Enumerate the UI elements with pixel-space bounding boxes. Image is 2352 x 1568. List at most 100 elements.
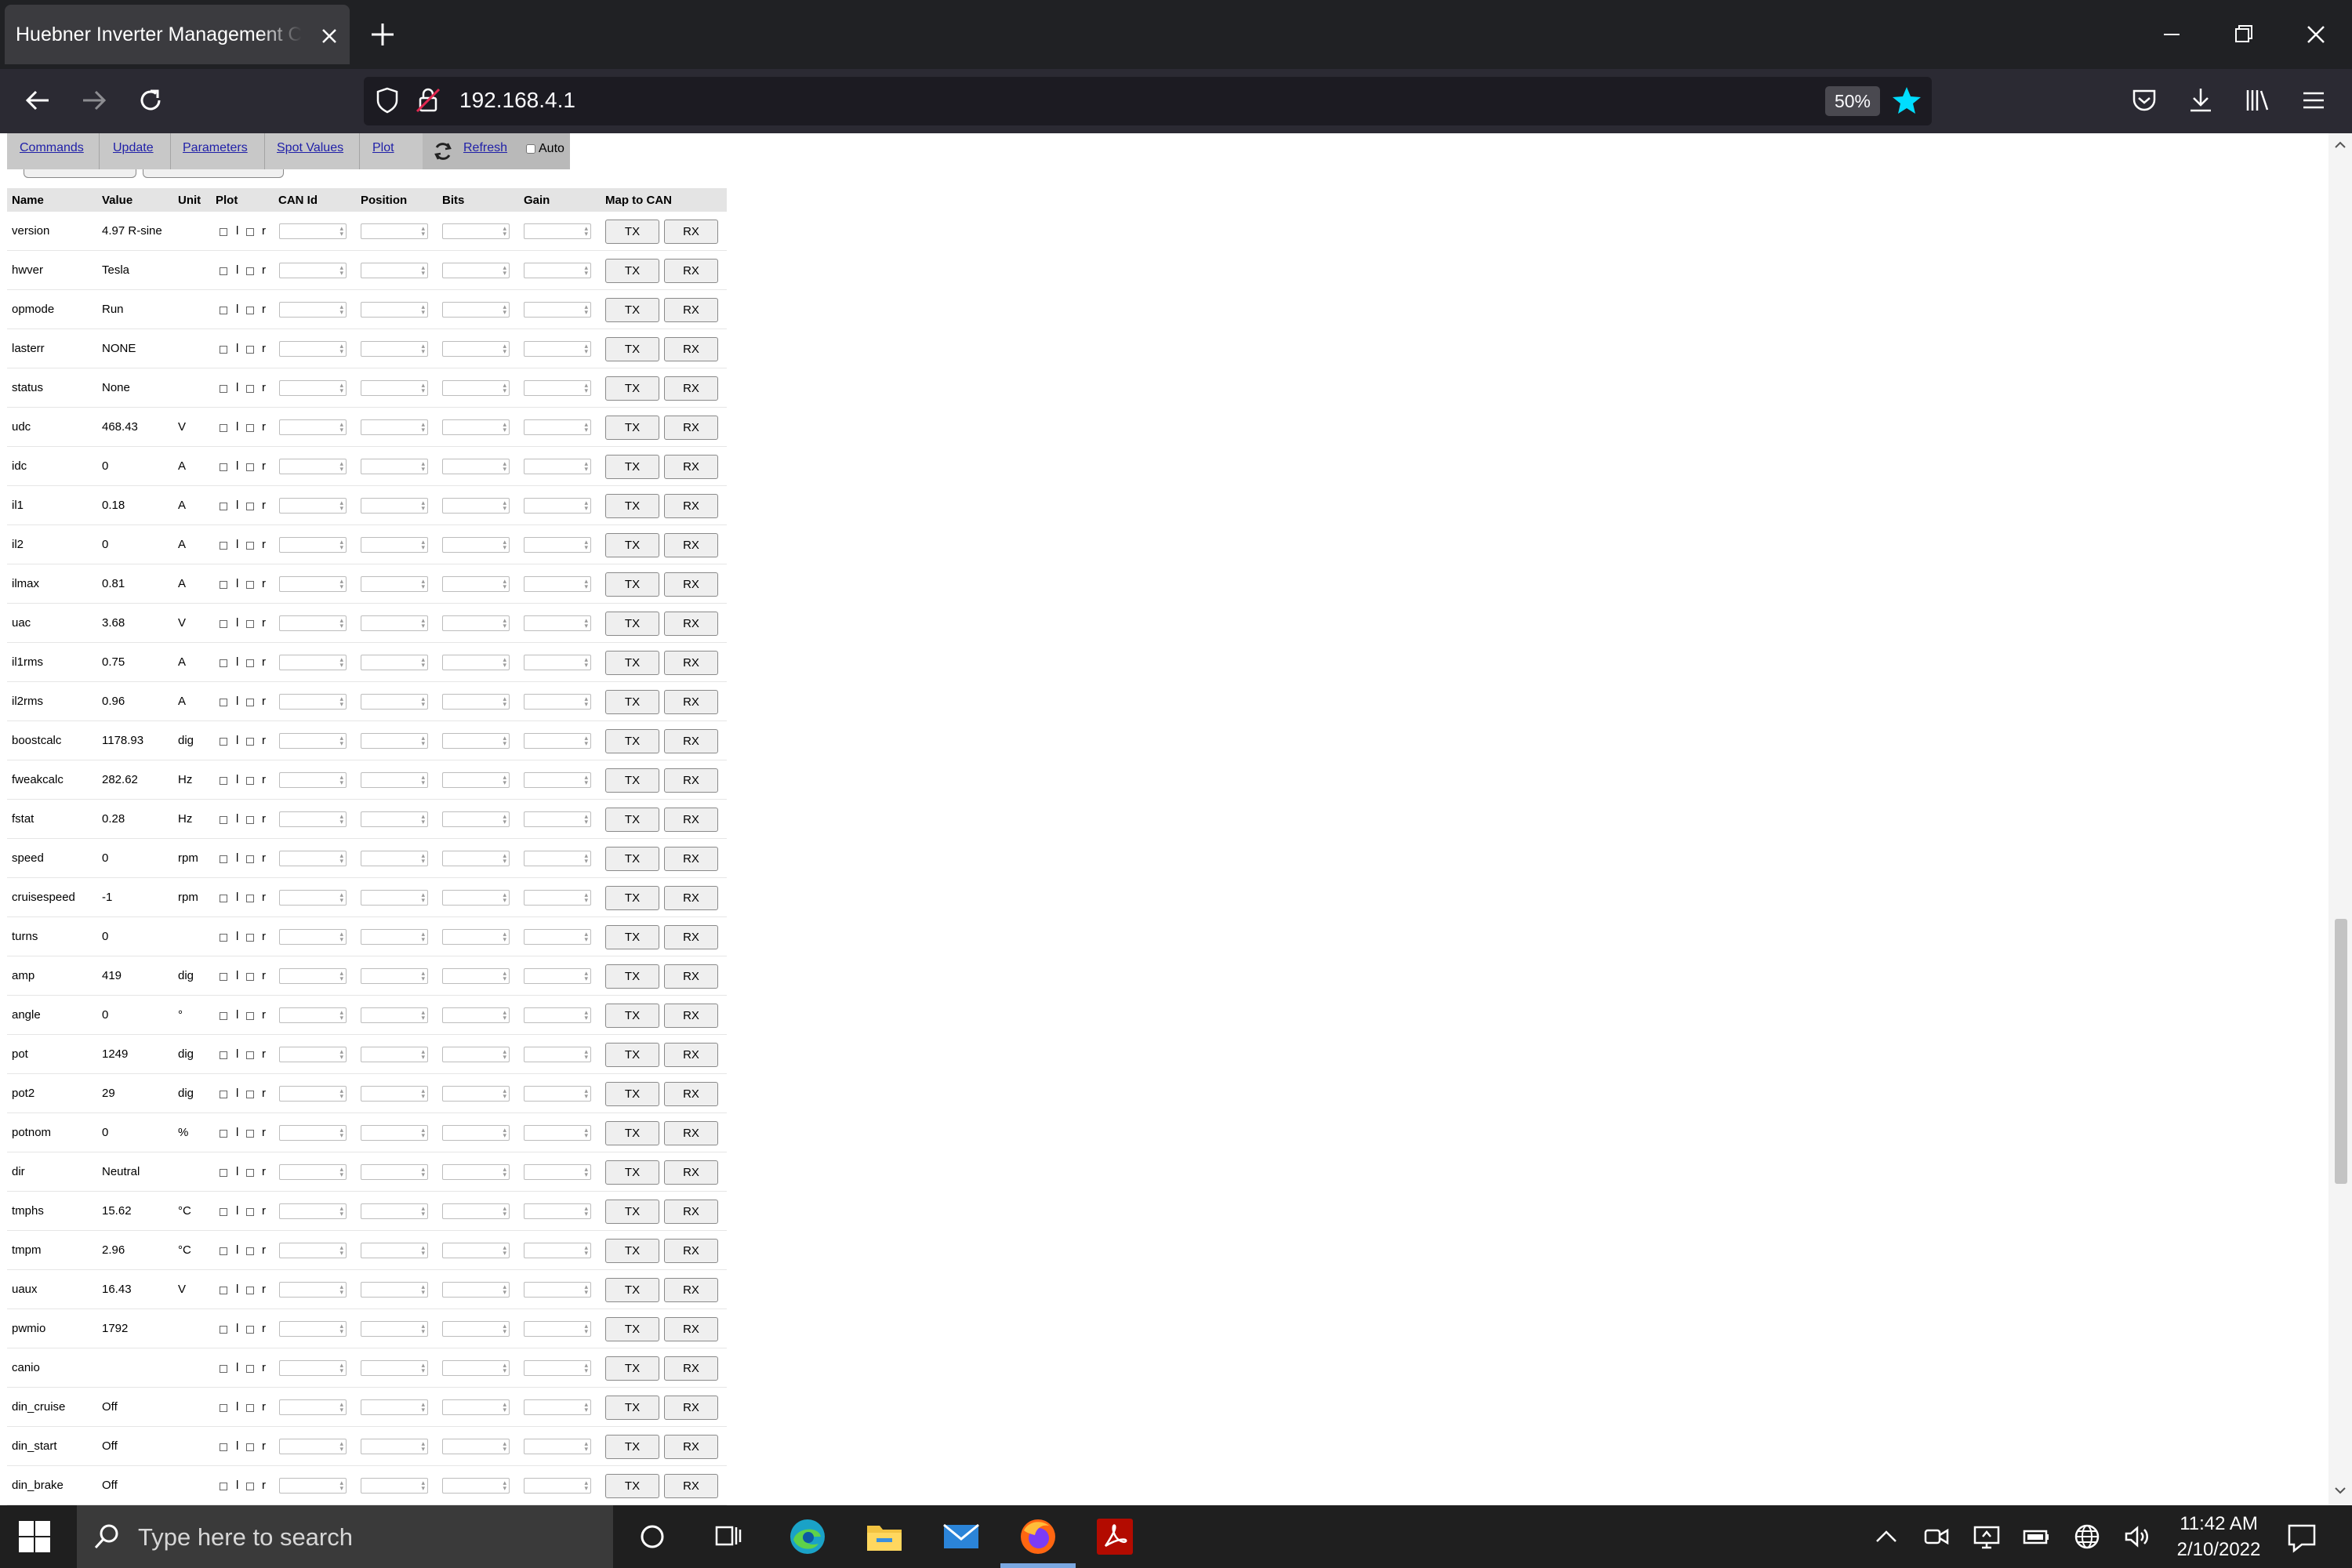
can-bits-input[interactable]: ▴ ▾ [442,498,510,514]
map-can-tx-button[interactable]: TX [605,1200,659,1224]
map-can-rx-button[interactable]: RX [664,1200,718,1224]
browser-tab[interactable]: Huebner Inverter Management Console [5,5,350,64]
can-bits-input[interactable]: ▴ ▾ [442,223,510,239]
can-gain-input[interactable]: ▴ ▾ [524,1007,591,1023]
spinner-arrows-icon[interactable]: ▴ ▾ [421,970,425,982]
plot-right-axis-checkbox[interactable] [246,346,254,354]
plot-left-axis-checkbox[interactable] [220,620,227,628]
map-can-rx-button[interactable]: RX [664,1317,718,1341]
spinner-arrows-icon[interactable]: ▴ ▾ [584,735,588,747]
can-gain-input[interactable]: ▴ ▾ [524,615,591,631]
can-bits-input[interactable]: ▴ ▾ [442,1243,510,1258]
plot-right-axis-checkbox[interactable] [246,973,254,981]
scroll-up-icon[interactable] [2333,138,2347,152]
can-position-input[interactable]: ▴ ▾ [361,615,428,631]
plot-left-axis-checkbox[interactable] [220,307,227,314]
windows-start-icon[interactable] [17,1519,52,1554]
plot-right-axis-checkbox[interactable] [246,385,254,393]
spinner-arrows-icon[interactable]: ▴ ▾ [421,343,425,355]
spinner-arrows-icon[interactable]: ▴ ▾ [584,499,588,512]
spinner-arrows-icon[interactable]: ▴ ▾ [503,499,506,512]
spinner-arrows-icon[interactable]: ▴ ▾ [421,656,425,669]
spinner-arrows-icon[interactable]: ▴ ▾ [503,1048,506,1061]
can-bits-input[interactable]: ▴ ▾ [442,694,510,710]
spinner-arrows-icon[interactable]: ▴ ▾ [339,264,343,277]
can-id-input[interactable]: ▴ ▾ [279,459,347,474]
acrobat-reader-icon[interactable] [1094,1516,1135,1557]
can-position-input[interactable]: ▴ ▾ [361,811,428,827]
can-gain-input[interactable]: ▴ ▾ [524,498,591,514]
map-can-tx-button[interactable]: TX [605,1239,659,1263]
can-id-input[interactable]: ▴ ▾ [279,772,347,788]
spinner-arrows-icon[interactable]: ▴ ▾ [339,1440,343,1453]
spinner-arrows-icon[interactable]: ▴ ▾ [584,1283,588,1296]
can-gain-input[interactable]: ▴ ▾ [524,302,591,318]
plot-right-axis-checkbox[interactable] [246,1247,254,1255]
plot-left-axis-checkbox[interactable] [220,1404,227,1412]
can-position-input[interactable]: ▴ ▾ [361,772,428,788]
spinner-arrows-icon[interactable]: ▴ ▾ [503,578,506,590]
can-bits-input[interactable]: ▴ ▾ [442,1360,510,1376]
plot-right-axis-checkbox[interactable] [246,777,254,785]
spinner-arrows-icon[interactable]: ▴ ▾ [339,1283,343,1296]
back-arrow-icon[interactable] [20,83,55,118]
refresh-link[interactable]: Refresh [463,141,507,155]
plot-right-axis-checkbox[interactable] [246,1091,254,1098]
spinner-arrows-icon[interactable]: ▴ ▾ [503,460,506,473]
can-bits-input[interactable]: ▴ ▾ [442,263,510,278]
can-id-input[interactable]: ▴ ▾ [279,302,347,318]
plot-left-axis-checkbox[interactable] [220,228,227,236]
can-id-input[interactable]: ▴ ▾ [279,223,347,239]
can-position-input[interactable]: ▴ ▾ [361,1086,428,1102]
can-id-input[interactable]: ▴ ▾ [279,733,347,749]
minimize-icon[interactable] [2156,19,2187,50]
map-can-tx-button[interactable]: TX [605,1356,659,1381]
map-can-rx-button[interactable]: RX [664,376,718,401]
spinner-arrows-icon[interactable]: ▴ ▾ [503,1362,506,1374]
can-position-input[interactable]: ▴ ▾ [361,1243,428,1258]
spinner-arrows-icon[interactable]: ▴ ▾ [503,1087,506,1100]
can-gain-input[interactable]: ▴ ▾ [524,1360,591,1376]
spinner-arrows-icon[interactable]: ▴ ▾ [584,1205,588,1218]
map-can-tx-button[interactable]: TX [605,1004,659,1028]
spinner-arrows-icon[interactable]: ▴ ▾ [584,539,588,551]
spinner-arrows-icon[interactable]: ▴ ▾ [421,774,425,786]
spinner-arrows-icon[interactable]: ▴ ▾ [584,1048,588,1061]
library-icon[interactable] [2240,83,2274,118]
can-bits-input[interactable]: ▴ ▾ [442,1282,510,1298]
plot-left-axis-checkbox[interactable] [220,1208,227,1216]
map-can-rx-button[interactable]: RX [664,1396,718,1420]
spinner-arrows-icon[interactable]: ▴ ▾ [339,499,343,512]
plot-right-axis-checkbox[interactable] [246,1208,254,1216]
spinner-arrows-icon[interactable]: ▴ ▾ [584,343,588,355]
can-position-input[interactable]: ▴ ▾ [361,733,428,749]
plot-left-axis-checkbox[interactable] [220,699,227,706]
plot-left-axis-checkbox[interactable] [220,542,227,550]
map-can-rx-button[interactable]: RX [664,416,718,440]
can-bits-input[interactable]: ▴ ▾ [442,1125,510,1141]
can-gain-input[interactable]: ▴ ▾ [524,1439,591,1454]
can-gain-input[interactable]: ▴ ▾ [524,263,591,278]
can-position-input[interactable]: ▴ ▾ [361,498,428,514]
volume-icon[interactable] [2122,1521,2153,1552]
can-position-input[interactable]: ▴ ▾ [361,890,428,906]
map-can-tx-button[interactable]: TX [605,376,659,401]
spinner-arrows-icon[interactable]: ▴ ▾ [339,656,343,669]
can-id-input[interactable]: ▴ ▾ [279,1243,347,1258]
map-can-tx-button[interactable]: TX [605,964,659,989]
map-can-tx-button[interactable]: TX [605,808,659,832]
cortana-icon[interactable] [632,1516,673,1557]
close-window-icon[interactable] [2300,19,2332,50]
can-position-input[interactable]: ▴ ▾ [361,1125,428,1141]
can-bits-input[interactable]: ▴ ▾ [442,615,510,631]
spinner-arrows-icon[interactable]: ▴ ▾ [503,1440,506,1453]
spinner-arrows-icon[interactable]: ▴ ▾ [584,225,588,238]
plot-right-axis-checkbox[interactable] [246,307,254,314]
plot-left-axis-checkbox[interactable] [220,895,227,902]
spinner-arrows-icon[interactable]: ▴ ▾ [503,1166,506,1178]
spinner-arrows-icon[interactable]: ▴ ▾ [339,1127,343,1139]
map-can-tx-button[interactable]: TX [605,455,659,479]
can-gain-input[interactable]: ▴ ▾ [524,537,591,553]
can-id-input[interactable]: ▴ ▾ [279,263,347,278]
map-can-tx-button[interactable]: TX [605,416,659,440]
